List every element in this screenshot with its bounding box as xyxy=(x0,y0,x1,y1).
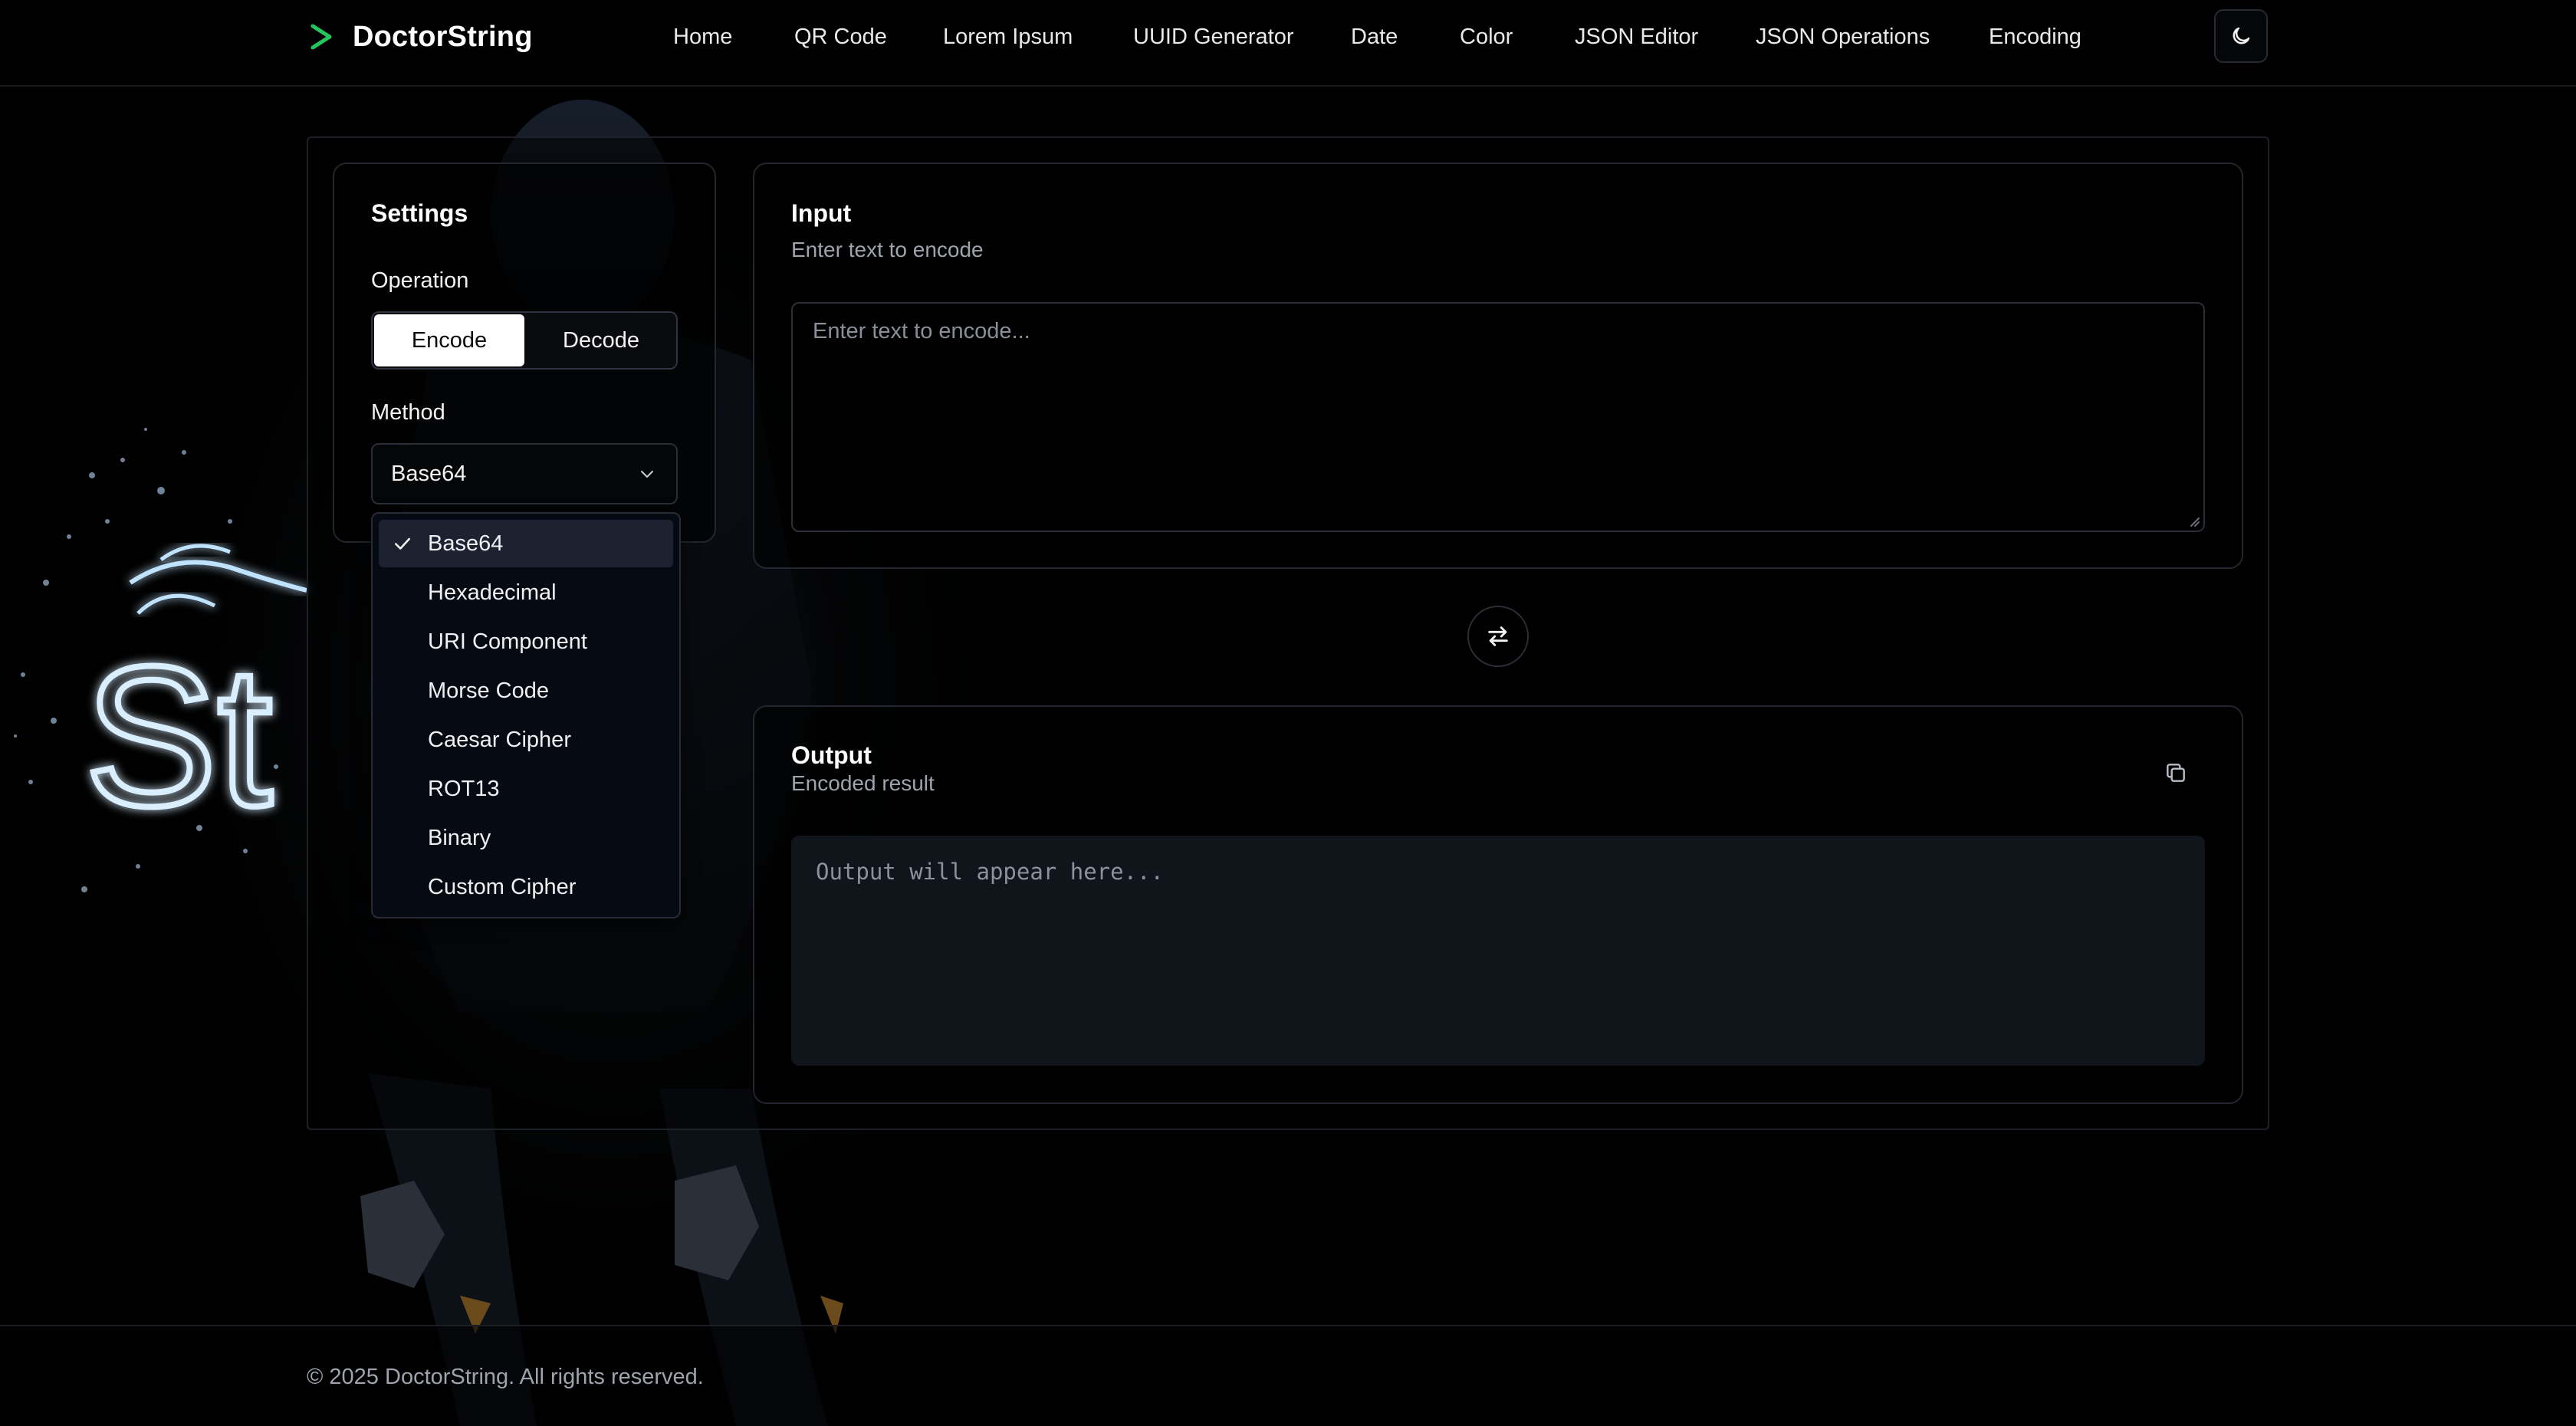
method-option-label: Binary xyxy=(428,826,491,850)
method-select[interactable]: Base64 xyxy=(371,443,678,504)
nav-qr-code[interactable]: QR Code xyxy=(794,20,887,54)
method-option-label: Caesar Cipher xyxy=(428,728,571,752)
nav-date[interactable]: Date xyxy=(1351,20,1398,54)
input-title: Input xyxy=(791,199,852,227)
nav-color[interactable]: Color xyxy=(1460,20,1513,54)
input-placeholder: Enter text to encode... xyxy=(813,319,1030,343)
svg-text:St: St xyxy=(84,626,274,848)
input-textarea[interactable]: Enter text to encode... xyxy=(791,302,2205,532)
method-select-value: Base64 xyxy=(391,461,467,486)
method-option-morse-code[interactable]: Morse Code xyxy=(379,667,673,715)
method-option-label: ROT13 xyxy=(428,777,500,801)
output-title: Output xyxy=(791,741,872,769)
check-icon xyxy=(395,537,410,550)
nav-home[interactable]: Home xyxy=(673,20,732,54)
settings-title: Settings xyxy=(371,199,468,227)
nav-encoding[interactable]: Encoding xyxy=(1989,20,2082,54)
resize-handle-icon[interactable] xyxy=(2187,514,2200,527)
method-option-label: URI Component xyxy=(428,629,587,654)
output-subtitle: Encoded result xyxy=(791,771,935,795)
nav-uuid-generator[interactable]: UUID Generator xyxy=(1133,20,1294,54)
output-placeholder: Output will appear here... xyxy=(816,859,1164,885)
output-textarea[interactable]: Output will appear here... xyxy=(791,836,2205,1066)
operation-label: Operation xyxy=(371,268,469,293)
method-option-label: Hexadecimal xyxy=(428,580,557,605)
terminal-chevron-icon xyxy=(310,24,332,50)
footer: © 2025 DoctorString. All rights reserved… xyxy=(0,1325,2576,1426)
theme-toggle-button[interactable] xyxy=(2214,9,2268,63)
brand-name: DoctorString xyxy=(353,20,533,53)
input-subtitle: Enter text to encode xyxy=(791,238,984,261)
page: St DoctorString Home QR Code Lorem Ipsum… xyxy=(0,0,2576,1426)
method-option-label: Base64 xyxy=(428,531,504,556)
nav-json-operations[interactable]: JSON Operations xyxy=(1756,20,1930,54)
method-option-uri-component[interactable]: URI Component xyxy=(379,618,673,665)
method-option-caesar-cipher[interactable]: Caesar Cipher xyxy=(379,716,673,764)
encode-button[interactable]: Encode xyxy=(374,314,524,366)
nav-json-editor[interactable]: JSON Editor xyxy=(1575,20,1698,54)
decode-button[interactable]: Decode xyxy=(526,313,676,368)
method-option-base64[interactable]: Base64 xyxy=(379,520,673,567)
method-option-label: Custom Cipher xyxy=(428,875,577,899)
top-navigation-bar: DoctorString Home QR Code Lorem Ipsum UU… xyxy=(0,0,2576,87)
copy-output-button[interactable] xyxy=(2156,753,2196,793)
method-label: Method xyxy=(371,400,445,425)
method-option-rot13[interactable]: ROT13 xyxy=(379,765,673,813)
moon-icon xyxy=(2233,27,2250,44)
brand-logo-link[interactable]: DoctorString xyxy=(310,17,533,57)
method-option-binary[interactable]: Binary xyxy=(379,814,673,862)
swap-arrows-icon xyxy=(1488,626,1508,646)
nav-lorem-ipsum[interactable]: Lorem Ipsum xyxy=(943,20,1073,54)
operation-toggle: Encode Decode xyxy=(371,311,678,370)
method-option-custom-cipher[interactable]: Custom Cipher xyxy=(379,863,673,911)
copy-icon xyxy=(2167,764,2185,782)
method-option-hexadecimal[interactable]: Hexadecimal xyxy=(379,569,673,616)
method-dropdown-menu: Base64 Hexadecimal URI Component Morse C… xyxy=(371,512,681,918)
chevron-down-icon xyxy=(641,471,653,478)
method-option-label: Morse Code xyxy=(428,678,549,703)
swap-input-output-button[interactable] xyxy=(1467,606,1529,667)
copyright-text: © 2025 DoctorString. All rights reserved… xyxy=(307,1365,704,1389)
